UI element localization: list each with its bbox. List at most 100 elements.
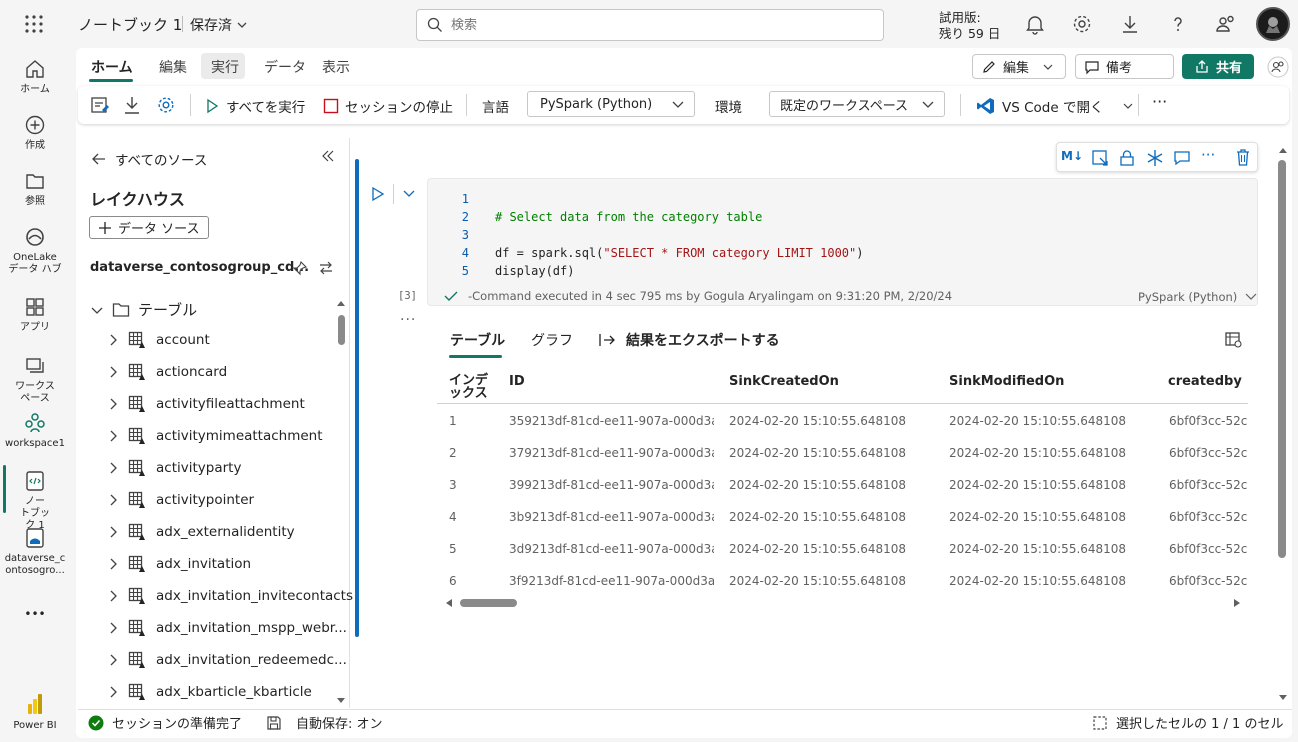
share-people-icon[interactable] [1214,12,1238,36]
table-item[interactable]: adx_kbarticle_kbarticle [106,682,312,702]
lock-icon[interactable] [1118,149,1136,167]
session-status[interactable]: セッションの準備完了 [88,713,242,732]
trial-status[interactable]: 試用版: 残り 59 日 [939,10,1000,42]
table-cell[interactable]: 2024-02-20 15:10:55.648108 [729,510,929,524]
table-item[interactable]: activitypointer [106,490,254,510]
language-select[interactable]: PySpark (Python) [527,91,695,117]
column-header-sinkcreatedon[interactable]: SinkCreatedOn [729,375,839,388]
table-cell[interactable]: 2024-02-20 15:10:55.648108 [949,542,1149,556]
cell-selection-status[interactable]: 選択したセルの 1 / 1 のセル [1092,713,1283,732]
table-cell[interactable]: 6bf0f3cc-52cd- [1169,542,1248,556]
table-cell[interactable]: 379213df-81cd-ee11-907a-000d3a5... [509,446,714,460]
table-hscroll-thumb[interactable] [460,599,517,607]
lakehouse-name[interactable]: dataverse_contosogroup_cd... [90,260,309,275]
table-cell[interactable]: 6bf0f3cc-52cd- [1169,478,1248,492]
pin-icon[interactable] [292,260,308,276]
table-item[interactable]: adx_invitation [106,554,251,574]
table-item[interactable]: adx_invitation_redeemedc... [106,650,347,670]
table-item[interactable]: adx_invitation_invitecontacts [106,586,353,606]
table-cell[interactable]: 4 [449,510,489,524]
table-cell[interactable]: 2024-02-20 15:10:55.648108 [729,542,929,556]
tab-data[interactable]: データ [264,57,306,77]
column-header-index[interactable]: インデ ックス [449,374,488,400]
table-cell[interactable]: 399213df-81cd-ee11-907a-000d3a5... [509,478,714,492]
table-cell[interactable]: 1 [449,414,489,428]
rail-onelake[interactable]: OneLake データ ハブ [0,226,70,276]
hide-output-icon[interactable] [1091,149,1109,167]
table-cell[interactable]: 359213df-81cd-ee11-907a-000d3a5... [509,414,714,428]
table-item[interactable]: account [106,330,210,350]
table-cell[interactable]: 3d9213df-81cd-ee11-907a-000d3a... [509,542,714,556]
table-cell[interactable]: 6bf0f3cc-52cd- [1169,446,1248,460]
share-button[interactable]: 共有 [1182,54,1254,79]
export-results-button[interactable]: 結果をエクスポートする [598,330,780,350]
table-cell[interactable]: 2 [449,446,489,460]
table-cell[interactable]: 3 [449,478,489,492]
table-cell[interactable]: 2024-02-20 15:10:55.648108 [729,414,929,428]
table-cell[interactable]: 6bf0f3cc-52cd- [1169,574,1248,588]
table-cell[interactable]: 6 [449,574,489,588]
help-icon[interactable] [1166,12,1190,36]
scroll-up-arrow-icon[interactable] [1278,146,1288,154]
save-state-dropdown[interactable]: 保存済 [190,15,248,35]
rail-more-button[interactable]: ••• [0,608,70,620]
tab-home[interactable]: ホーム [91,57,133,77]
table-cell[interactable]: 2024-02-20 15:10:55.648108 [949,574,1149,588]
tab-edit[interactable]: 編集 [159,57,187,77]
column-header-id[interactable]: ID [509,375,525,388]
markdown-toggle[interactable]: M↓ [1061,149,1083,163]
table-item[interactable]: activityparty [106,458,241,478]
table-cell[interactable]: 2024-02-20 15:10:55.648108 [729,446,929,460]
cell-language-indicator[interactable]: PySpark (Python) [1138,290,1257,304]
column-header-createdby[interactable]: createdby [1168,375,1242,388]
settings-gear-icon[interactable] [156,95,176,115]
table-item[interactable]: adx_externalidentity [106,522,295,542]
rail-notebook[interactable]: ノー トブッ ク 1 [0,470,70,532]
table-item[interactable]: activityfileattachment [106,394,305,414]
notebook-settings-icon[interactable] [90,95,110,115]
comment-icon[interactable] [1173,149,1191,167]
rail-home[interactable]: ホーム [0,58,70,96]
output-settings-icon[interactable] [1224,330,1242,348]
column-header-sinkmodifiedon[interactable]: SinkModifiedOn [949,375,1064,388]
table-cell[interactable]: 3f9213df-81cd-ee11-907a-000d3a5... [509,574,714,588]
rail-create[interactable]: 作成 [0,114,70,152]
scroll-right-arrow-icon[interactable] [1232,598,1242,608]
table-cell[interactable]: 3b9213df-81cd-ee11-907a-000d3a... [509,510,714,524]
table-cell[interactable]: 5 [449,542,489,556]
app-launcher-icon[interactable] [22,12,46,36]
avatar[interactable] [1256,7,1290,41]
search-box[interactable] [416,9,884,41]
add-data-source-button[interactable]: データ ソース [89,216,209,239]
table-cell[interactable]: 2024-02-20 15:10:55.648108 [949,510,1149,524]
download-icon[interactable] [1118,12,1142,36]
run-all-button[interactable]: すべてを実行 [204,96,305,116]
stop-session-button[interactable]: セッションの停止 [323,96,453,116]
rail-workspaces[interactable]: ワークス ペース [0,355,70,405]
table-cell[interactable]: 2024-02-20 15:10:55.648108 [729,478,929,492]
download-icon[interactable] [123,95,141,115]
gear-icon[interactable] [1070,12,1094,36]
table-cell[interactable]: 2024-02-20 15:10:55.648108 [949,478,1149,492]
table-cell[interactable]: 6bf0f3cc-52cd- [1169,414,1248,428]
more-options-button[interactable]: ··· [1152,92,1167,111]
rail-workspace1[interactable]: workspace1 [0,412,70,450]
back-to-all-sources[interactable]: すべてのソース [91,149,207,169]
table-cell[interactable]: 6bf0f3cc-52cd- [1169,510,1248,524]
scroll-left-arrow-icon[interactable] [444,598,454,608]
rail-apps[interactable]: アプリ [0,296,70,334]
tab-run[interactable]: 実行 [211,57,239,77]
collaborators-icon[interactable] [1267,56,1289,78]
cell-more-button[interactable]: ··· [1201,146,1215,164]
table-item[interactable]: activitymimeattachment [106,426,323,446]
notebook-vscroll-thumb[interactable] [1278,160,1286,558]
rail-browse[interactable]: 参照 [0,170,70,208]
tab-view[interactable]: 表示 [322,57,350,77]
rail-powerbi[interactable]: Power BI [0,692,70,732]
output-more-button[interactable]: ··· [400,312,416,328]
table-item[interactable]: adx_invitation_mspp_webr... [106,618,347,638]
trash-icon[interactable] [1234,148,1252,166]
table-cell[interactable]: 2024-02-20 15:10:55.648108 [949,446,1149,460]
output-tab-chart[interactable]: グラフ [531,330,573,350]
open-vscode-button[interactable]: VS Code で開く [976,96,1133,116]
